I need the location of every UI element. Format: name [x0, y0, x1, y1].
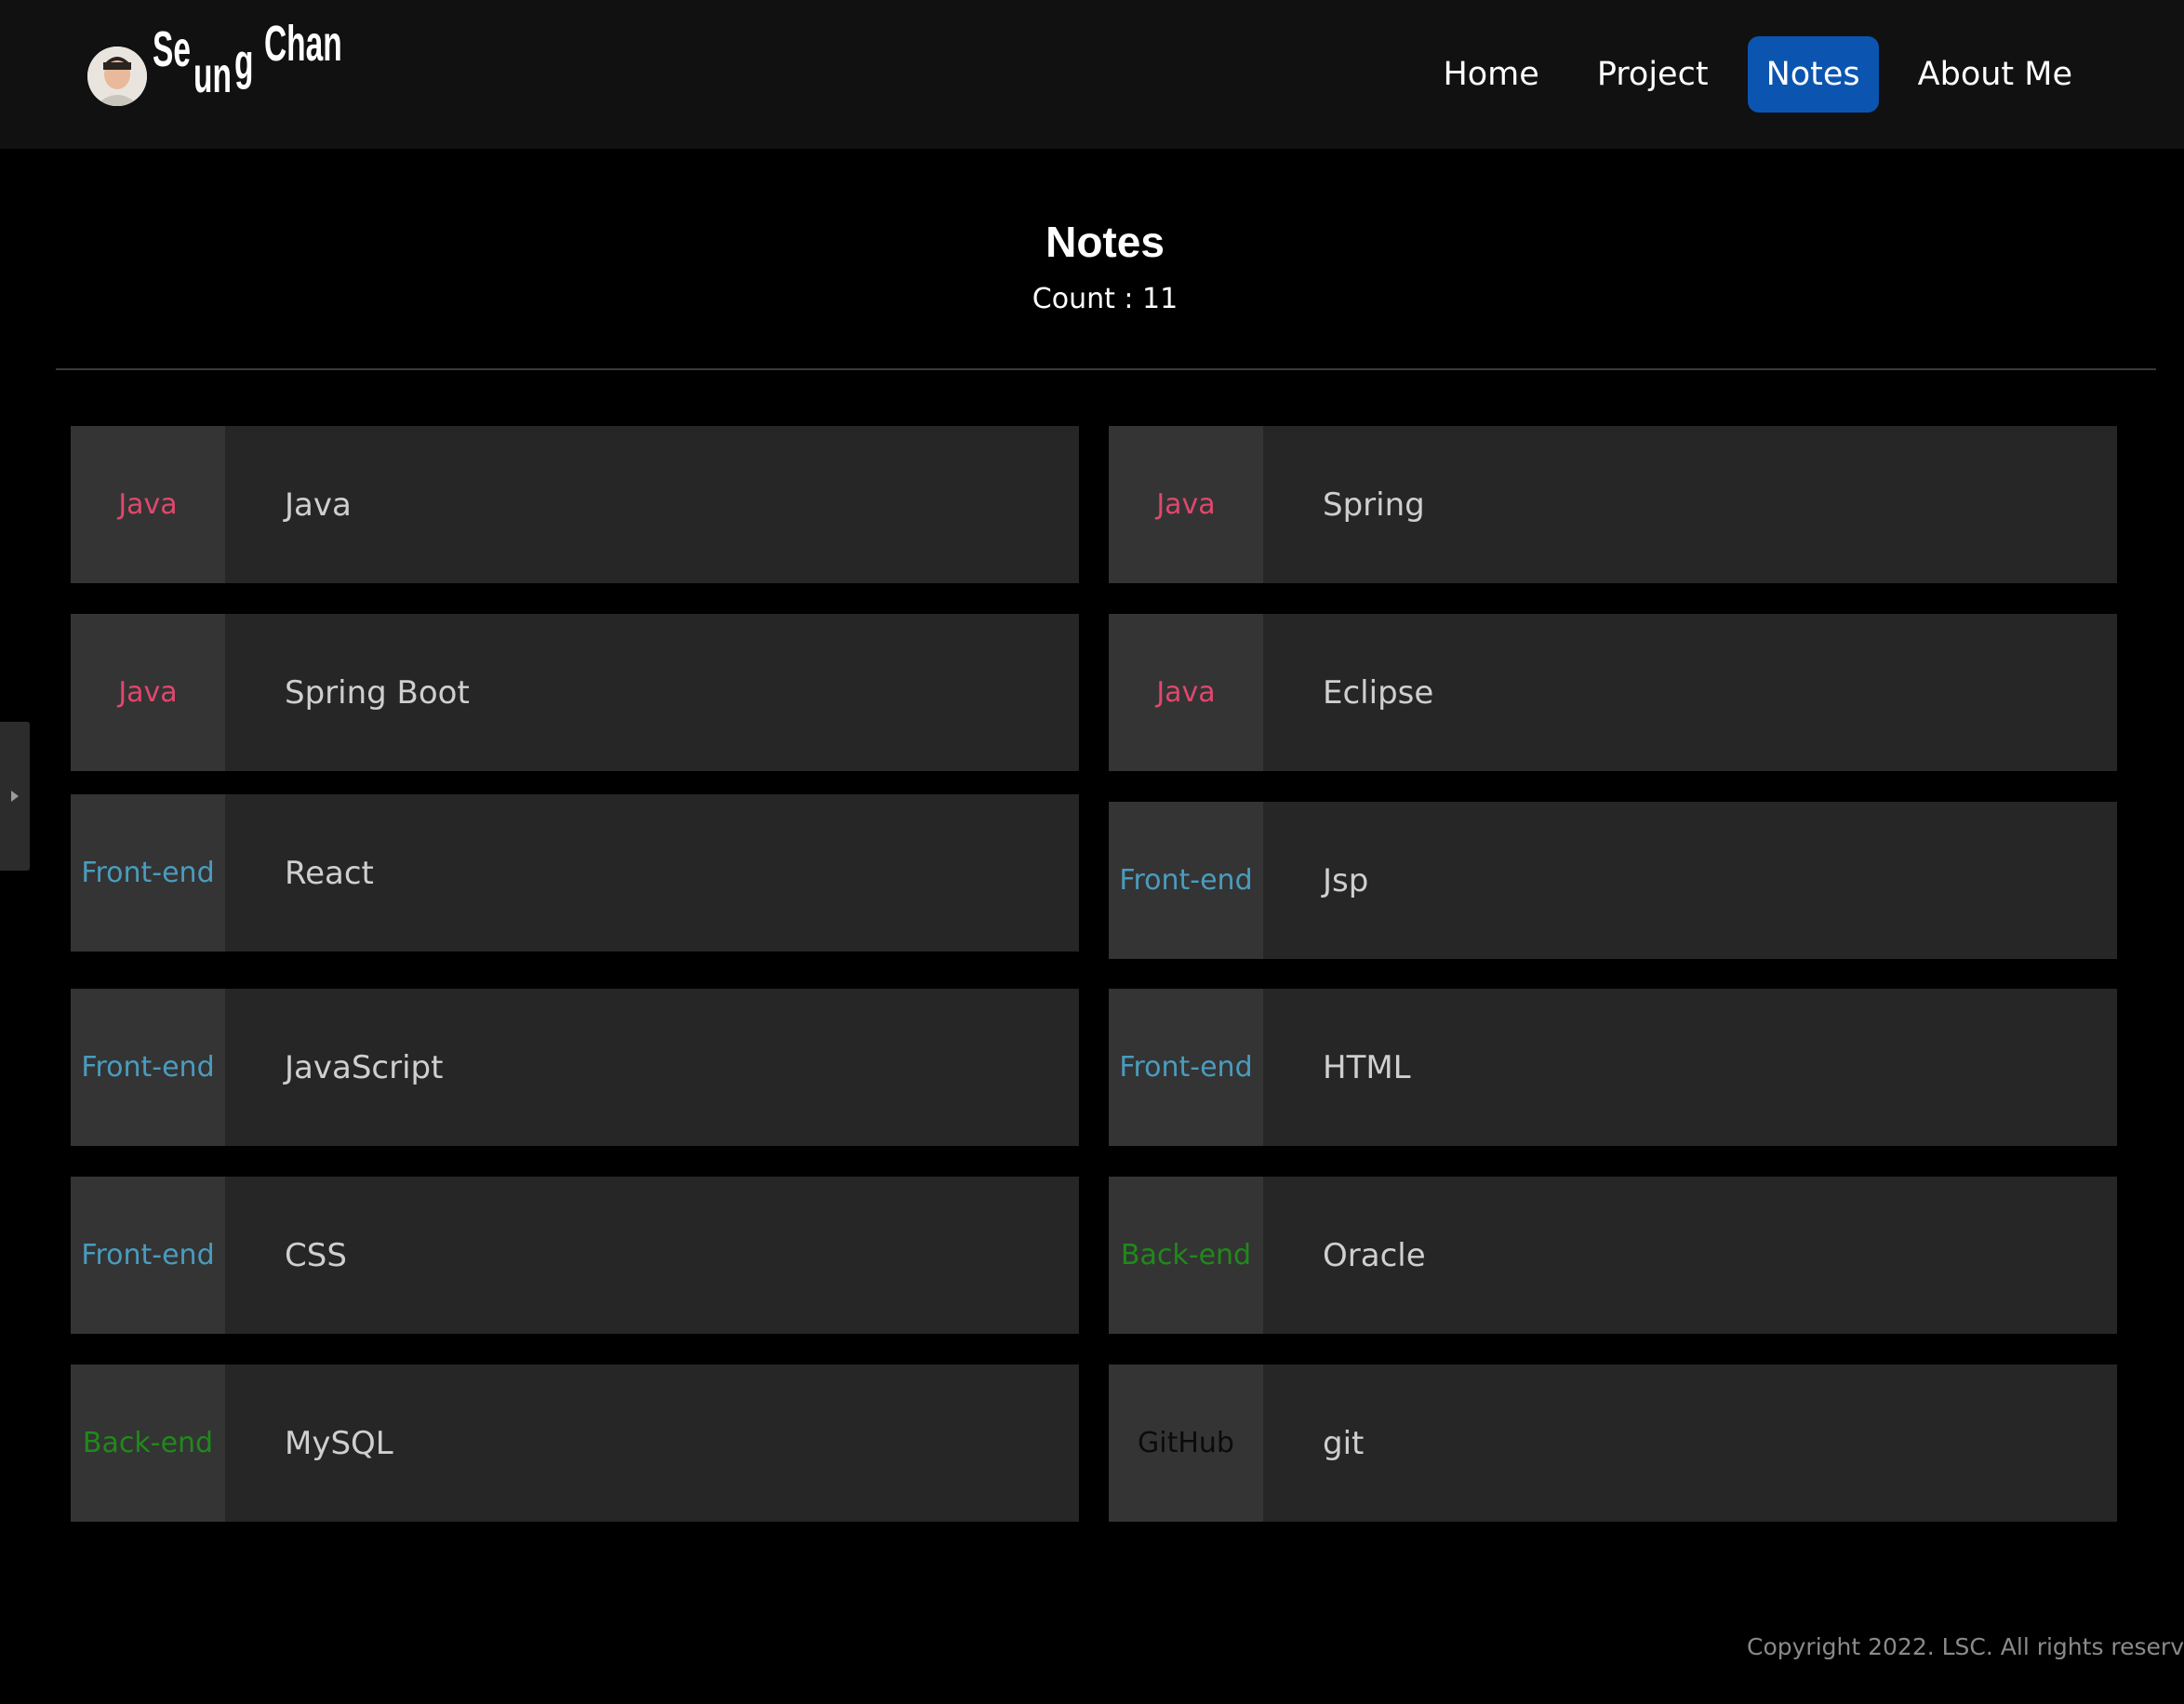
site-header: Se un g Chan Home Project Notes About Me	[0, 0, 2184, 149]
note-category: Java	[1109, 426, 1263, 583]
note-category: Front-end	[1109, 802, 1263, 959]
note-card[interactable]: Java Spring	[1109, 426, 2117, 583]
note-title: CSS	[285, 1236, 347, 1274]
brand-letters-g: g	[234, 34, 254, 90]
note-title: MySQL	[285, 1424, 393, 1462]
profile-avatar[interactable]	[87, 47, 147, 106]
note-card[interactable]: GitHub git	[1109, 1365, 2117, 1522]
note-card[interactable]: Front-end CSS	[71, 1177, 1079, 1334]
brand-letters-se: Se	[153, 21, 191, 77]
note-title: React	[285, 854, 374, 892]
nav-notes[interactable]: Notes	[1747, 36, 1879, 113]
nav-project[interactable]: Project	[1578, 36, 1727, 113]
note-category: Front-end	[71, 989, 225, 1146]
note-category: Back-end	[71, 1365, 225, 1522]
note-card[interactable]: Java Java	[71, 426, 1079, 583]
note-title: HTML	[1323, 1048, 1411, 1086]
note-card[interactable]: Java Spring Boot	[71, 614, 1079, 771]
note-title: JavaScript	[285, 1048, 444, 1086]
note-title: Spring	[1323, 486, 1425, 524]
note-title: Java	[285, 486, 352, 524]
note-category: Back-end	[1109, 1177, 1263, 1334]
page-title: Notes	[1045, 218, 1165, 266]
note-title: Spring Boot	[285, 673, 470, 712]
nav-about-me[interactable]: About Me	[1899, 36, 2091, 113]
note-card[interactable]: Front-end HTML	[1109, 989, 2117, 1146]
caret-right-icon	[11, 791, 19, 802]
note-category: Front-end	[71, 1177, 225, 1334]
note-card[interactable]: Front-end React	[71, 794, 1079, 952]
note-title: Jsp	[1323, 861, 1369, 899]
note-category: Front-end	[1109, 989, 1263, 1146]
note-card[interactable]: Front-end Jsp	[1109, 802, 2117, 959]
footer-copyright: Copyright 2022. LSC. All rights reserved…	[1747, 1633, 2184, 1660]
brand-letters-un: un	[193, 47, 232, 103]
note-title: Oracle	[1323, 1236, 1426, 1274]
avatar-icon	[87, 47, 147, 106]
note-category: Java	[71, 614, 225, 771]
main-nav: Home Project Notes About Me	[1424, 36, 2091, 113]
divider	[56, 368, 2156, 370]
note-card[interactable]: Back-end Oracle	[1109, 1177, 2117, 1334]
nav-home[interactable]: Home	[1424, 36, 1557, 113]
note-category: Java	[71, 426, 225, 583]
note-title: git	[1323, 1424, 1365, 1462]
note-category: Java	[1109, 614, 1263, 771]
notes-count: Count : 11	[1032, 283, 1179, 315]
brand-logo[interactable]: Se un g Chan	[153, 13, 376, 115]
note-card[interactable]: Back-end MySQL	[71, 1365, 1079, 1522]
note-card[interactable]: Front-end JavaScript	[71, 989, 1079, 1146]
note-category: Front-end	[71, 794, 225, 952]
side-drawer-toggle[interactable]	[0, 722, 30, 871]
note-card[interactable]: Java Eclipse	[1109, 614, 2117, 771]
brand-letters-chan: Chan	[264, 16, 342, 72]
note-title: Eclipse	[1323, 673, 1434, 712]
note-category: GitHub	[1109, 1365, 1263, 1522]
